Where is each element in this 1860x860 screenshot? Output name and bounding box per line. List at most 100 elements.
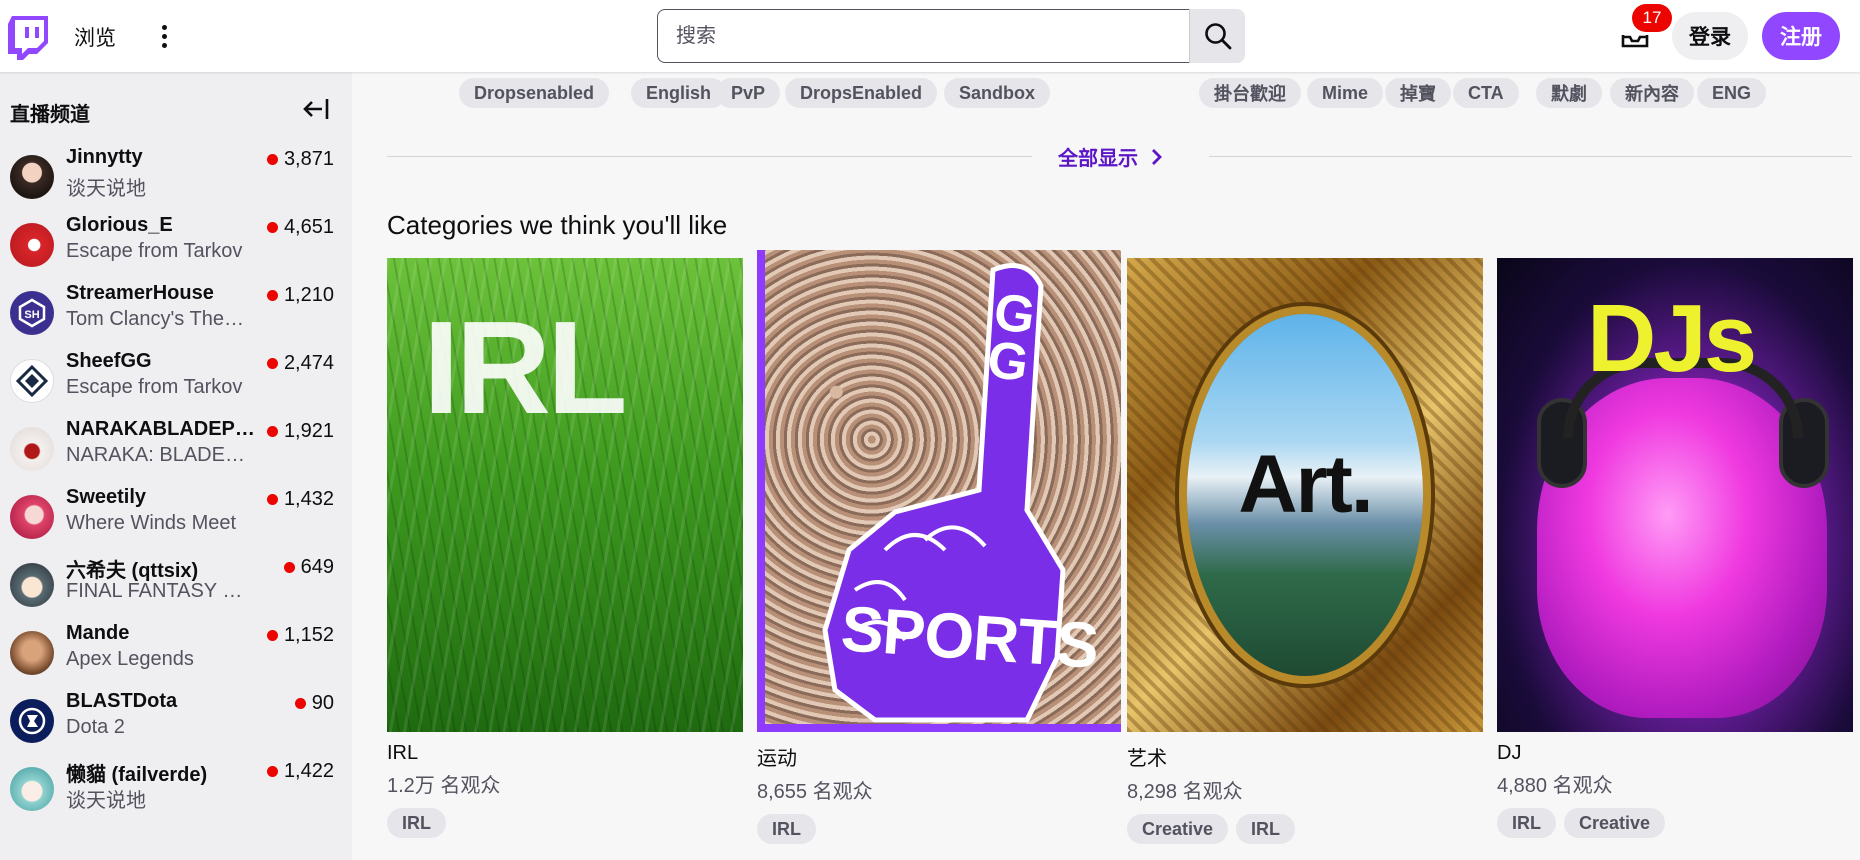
category-art[interactable]: DJs (1497, 258, 1853, 732)
avatar (10, 359, 54, 403)
sidebar-title: 直播频道 (10, 104, 90, 126)
avatar: SH (10, 291, 54, 335)
sidebar-channel[interactable]: Jinnytty 谈天说地 3,871 (0, 142, 352, 210)
tag-pill[interactable]: 掉寶 (1385, 78, 1451, 108)
sidebar-channel[interactable]: Sweetily Where Winds Meet 1,432 (0, 482, 352, 550)
live-indicator-icon (266, 222, 278, 233)
tag-pill[interactable]: Mime (1307, 78, 1384, 108)
tag-pill[interactable]: 掛台歡迎 (1199, 78, 1301, 108)
channel-game: FINAL FANTASY XIV (66, 580, 246, 602)
search-input[interactable] (657, 9, 1189, 63)
category-card[interactable]: DJs DJ 4,880 名观众 IRL Creative (1497, 258, 1853, 838)
viewer-count: 2,474 (266, 352, 334, 375)
viewer-count: 3,871 (266, 148, 334, 171)
sidebar-channel[interactable]: 懒貓 (failverde) 谈天说地 1,422 (0, 754, 352, 822)
channel-game: Where Winds Meet (66, 512, 237, 534)
sidebar-channel[interactable]: SheefGG Escape from Tarkov 2,474 (0, 346, 352, 414)
sidebar-channel[interactable]: SH StreamerHouse Tom Clancy's The Divisi… (0, 278, 352, 346)
channel-name: Glorious_E (66, 214, 173, 236)
category-card[interactable]: Art. 艺术 8,298 名观众 Creative IRL (1127, 258, 1483, 844)
tag-pill[interactable]: IRL (1236, 814, 1296, 844)
category-card[interactable]: IRL IRL 1.2万 名观众 IRL (387, 258, 743, 838)
channel-name: Jinnytty (66, 146, 143, 168)
tag-pill[interactable]: 默劇 (1536, 78, 1602, 108)
category-name[interactable]: 艺术 (1127, 742, 1483, 771)
search-button[interactable] (1189, 9, 1245, 63)
category-art[interactable]: Art. (1127, 258, 1483, 732)
channel-name: StreamerHouse (66, 282, 214, 304)
channel-name: Mande (66, 622, 130, 644)
signup-button[interactable]: 注册 (1762, 12, 1840, 60)
category-art[interactable]: IRL (387, 258, 743, 732)
tag-pill[interactable]: ENG (1697, 78, 1767, 108)
channel-name: SheefGG (66, 350, 152, 372)
category-viewers: 1.2万 名观众 (387, 775, 501, 797)
sidebar-channel[interactable]: Glorious_E Escape from Tarkov 4,651 (0, 210, 352, 278)
avatar (10, 495, 54, 539)
channel-game: Tom Clancy's The Division (66, 308, 246, 330)
viewer-count: 1,152 (266, 624, 334, 647)
tag-pill[interactable]: English (631, 78, 727, 108)
tag-pill[interactable]: IRL (387, 808, 446, 838)
chevron-right-icon (1152, 148, 1162, 165)
sidebar-channel[interactable]: BLASTDota Dota 2 90 (0, 686, 352, 754)
live-indicator-icon (266, 358, 278, 369)
tag-pill[interactable]: Dropsenabled (459, 78, 610, 108)
sidebar-channel[interactable]: 六希夫 (qttsix) FINAL FANTASY XIV 649 (0, 550, 352, 618)
inbox-count-badge: 17 (1632, 4, 1672, 32)
channel-game: Escape from Tarkov (66, 376, 243, 398)
tag-pill[interactable]: Creative (1564, 808, 1666, 838)
channel-name: 懒貓 (failverde) (66, 764, 208, 786)
viewer-count: 90 (294, 692, 334, 715)
live-indicator-icon (283, 562, 295, 573)
tag-pill[interactable]: 新內容 (1610, 78, 1694, 108)
tag-pill[interactable]: IRL (757, 814, 816, 844)
art-title: Art. (1238, 439, 1373, 530)
art-title: DJs (1587, 285, 1757, 392)
live-indicator-icon (266, 630, 278, 641)
channel-name: NARAKABLADEPOINT (66, 418, 256, 440)
category-name[interactable]: DJ (1497, 742, 1853, 765)
avatar (10, 155, 54, 199)
collapse-sidebar-icon[interactable] (302, 96, 330, 122)
live-indicator-icon (266, 290, 278, 301)
sidebar: 直播频道 Jinnytty 谈天说地 3,871 Glorious_E Esca… (0, 72, 352, 860)
search-bar (657, 9, 1245, 63)
browse-link[interactable]: 浏览 (74, 22, 116, 52)
live-indicator-icon (294, 698, 306, 709)
live-indicator-icon (266, 426, 278, 437)
divider (1209, 156, 1852, 157)
section-title: Categories we think you'll like (387, 210, 728, 240)
avatar (10, 223, 54, 267)
category-viewers: 4,880 名观众 (1497, 775, 1613, 797)
avatar (10, 699, 54, 743)
category-card[interactable]: GG SPORTS 运动 8,655 名观众 IRL (757, 250, 1121, 844)
tag-pill[interactable]: PvP (716, 78, 781, 108)
viewer-count: 1,921 (266, 420, 334, 443)
tag-pill[interactable]: Sandbox (944, 78, 1051, 108)
sidebar-channel[interactable]: NARAKABLADEPOINT NARAKA: BLADEPOINT 1,92… (0, 414, 352, 482)
live-indicator-icon (266, 494, 278, 505)
sidebar-channel[interactable]: Mande Apex Legends 1,152 (0, 618, 352, 686)
art-title: IRL (423, 294, 628, 441)
tag-pill[interactable]: Creative (1127, 814, 1229, 844)
channel-game: Apex Legends (66, 648, 194, 670)
category-art[interactable]: GG SPORTS (757, 250, 1121, 732)
channel-game: 谈天说地 (66, 178, 146, 200)
login-button[interactable]: 登录 (1672, 12, 1748, 60)
tag-pill[interactable]: DropsEnabled (785, 78, 938, 108)
category-name[interactable]: 运动 (757, 742, 1113, 771)
tag-pill[interactable]: CTA (1453, 78, 1519, 108)
channel-game: Dota 2 (66, 716, 125, 738)
channel-name: 六希夫 (qttsix) (66, 560, 199, 582)
divider (387, 156, 1032, 157)
viewer-count: 4,651 (266, 216, 334, 239)
tag-pill[interactable]: IRL (1497, 808, 1556, 838)
twitch-logo-icon[interactable] (8, 16, 48, 60)
more-options-icon[interactable] (152, 18, 176, 54)
show-all-button[interactable]: 全部显示 (1058, 142, 1164, 171)
channel-game: Escape from Tarkov (66, 240, 243, 262)
svg-text:SH: SH (24, 309, 39, 321)
category-name[interactable]: IRL (387, 742, 743, 765)
viewer-count: 1,422 (266, 760, 334, 783)
